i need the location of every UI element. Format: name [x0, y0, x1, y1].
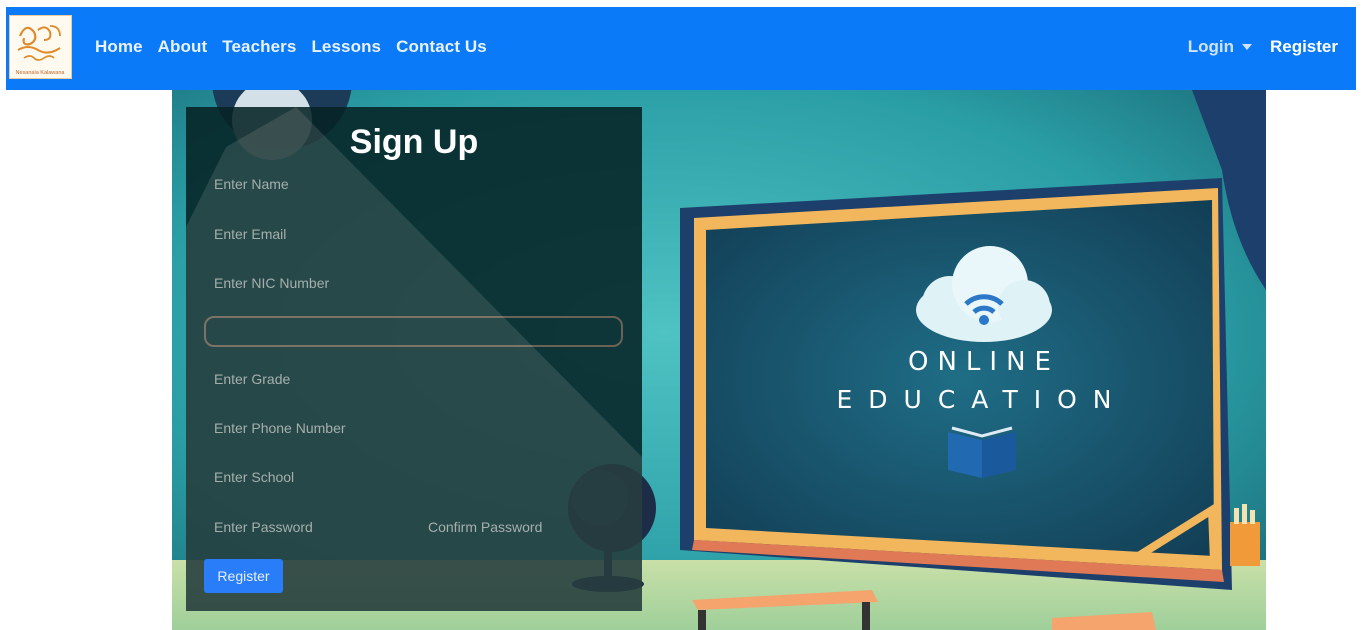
nav-teachers[interactable]: Teachers [222, 37, 296, 57]
birthday-input[interactable] [204, 316, 623, 347]
hero-line-education: EDUCATION [837, 385, 1128, 414]
site-logo[interactable]: Nesanala Kalawana [9, 15, 72, 79]
email-input[interactable] [214, 220, 614, 248]
nav-account: Login Register [1188, 37, 1338, 57]
name-input[interactable] [214, 170, 614, 198]
signup-panel: Sign Up Register [186, 107, 642, 611]
nav-lessons[interactable]: Lessons [311, 37, 381, 57]
chevron-down-icon[interactable] [1241, 44, 1252, 50]
nav-home[interactable]: Home [95, 37, 143, 57]
main-nav: Home About Teachers Lessons Contact Us [95, 37, 502, 57]
phone-input[interactable] [214, 414, 614, 442]
grade-input[interactable] [214, 365, 614, 393]
hero-line-online: ONLINE [908, 347, 1060, 377]
school-input[interactable] [214, 463, 614, 491]
top-navbar: Nesanala Kalawana Home About Teachers Le… [6, 7, 1356, 90]
nic-input[interactable] [214, 269, 614, 297]
nav-register[interactable]: Register [1270, 37, 1338, 57]
logo-text: Nesanala Kalawana [16, 70, 66, 76]
confirm-password-input[interactable] [428, 513, 628, 541]
nav-about[interactable]: About [158, 37, 208, 57]
password-input[interactable] [214, 513, 414, 541]
login-dropdown[interactable]: Login [1188, 37, 1234, 57]
register-submit-button[interactable]: Register [204, 559, 283, 593]
signup-title-text: Sign Up [349, 123, 479, 161]
signup-title: Sign Up [186, 123, 642, 162]
nav-contact-us[interactable]: Contact Us [396, 37, 487, 57]
